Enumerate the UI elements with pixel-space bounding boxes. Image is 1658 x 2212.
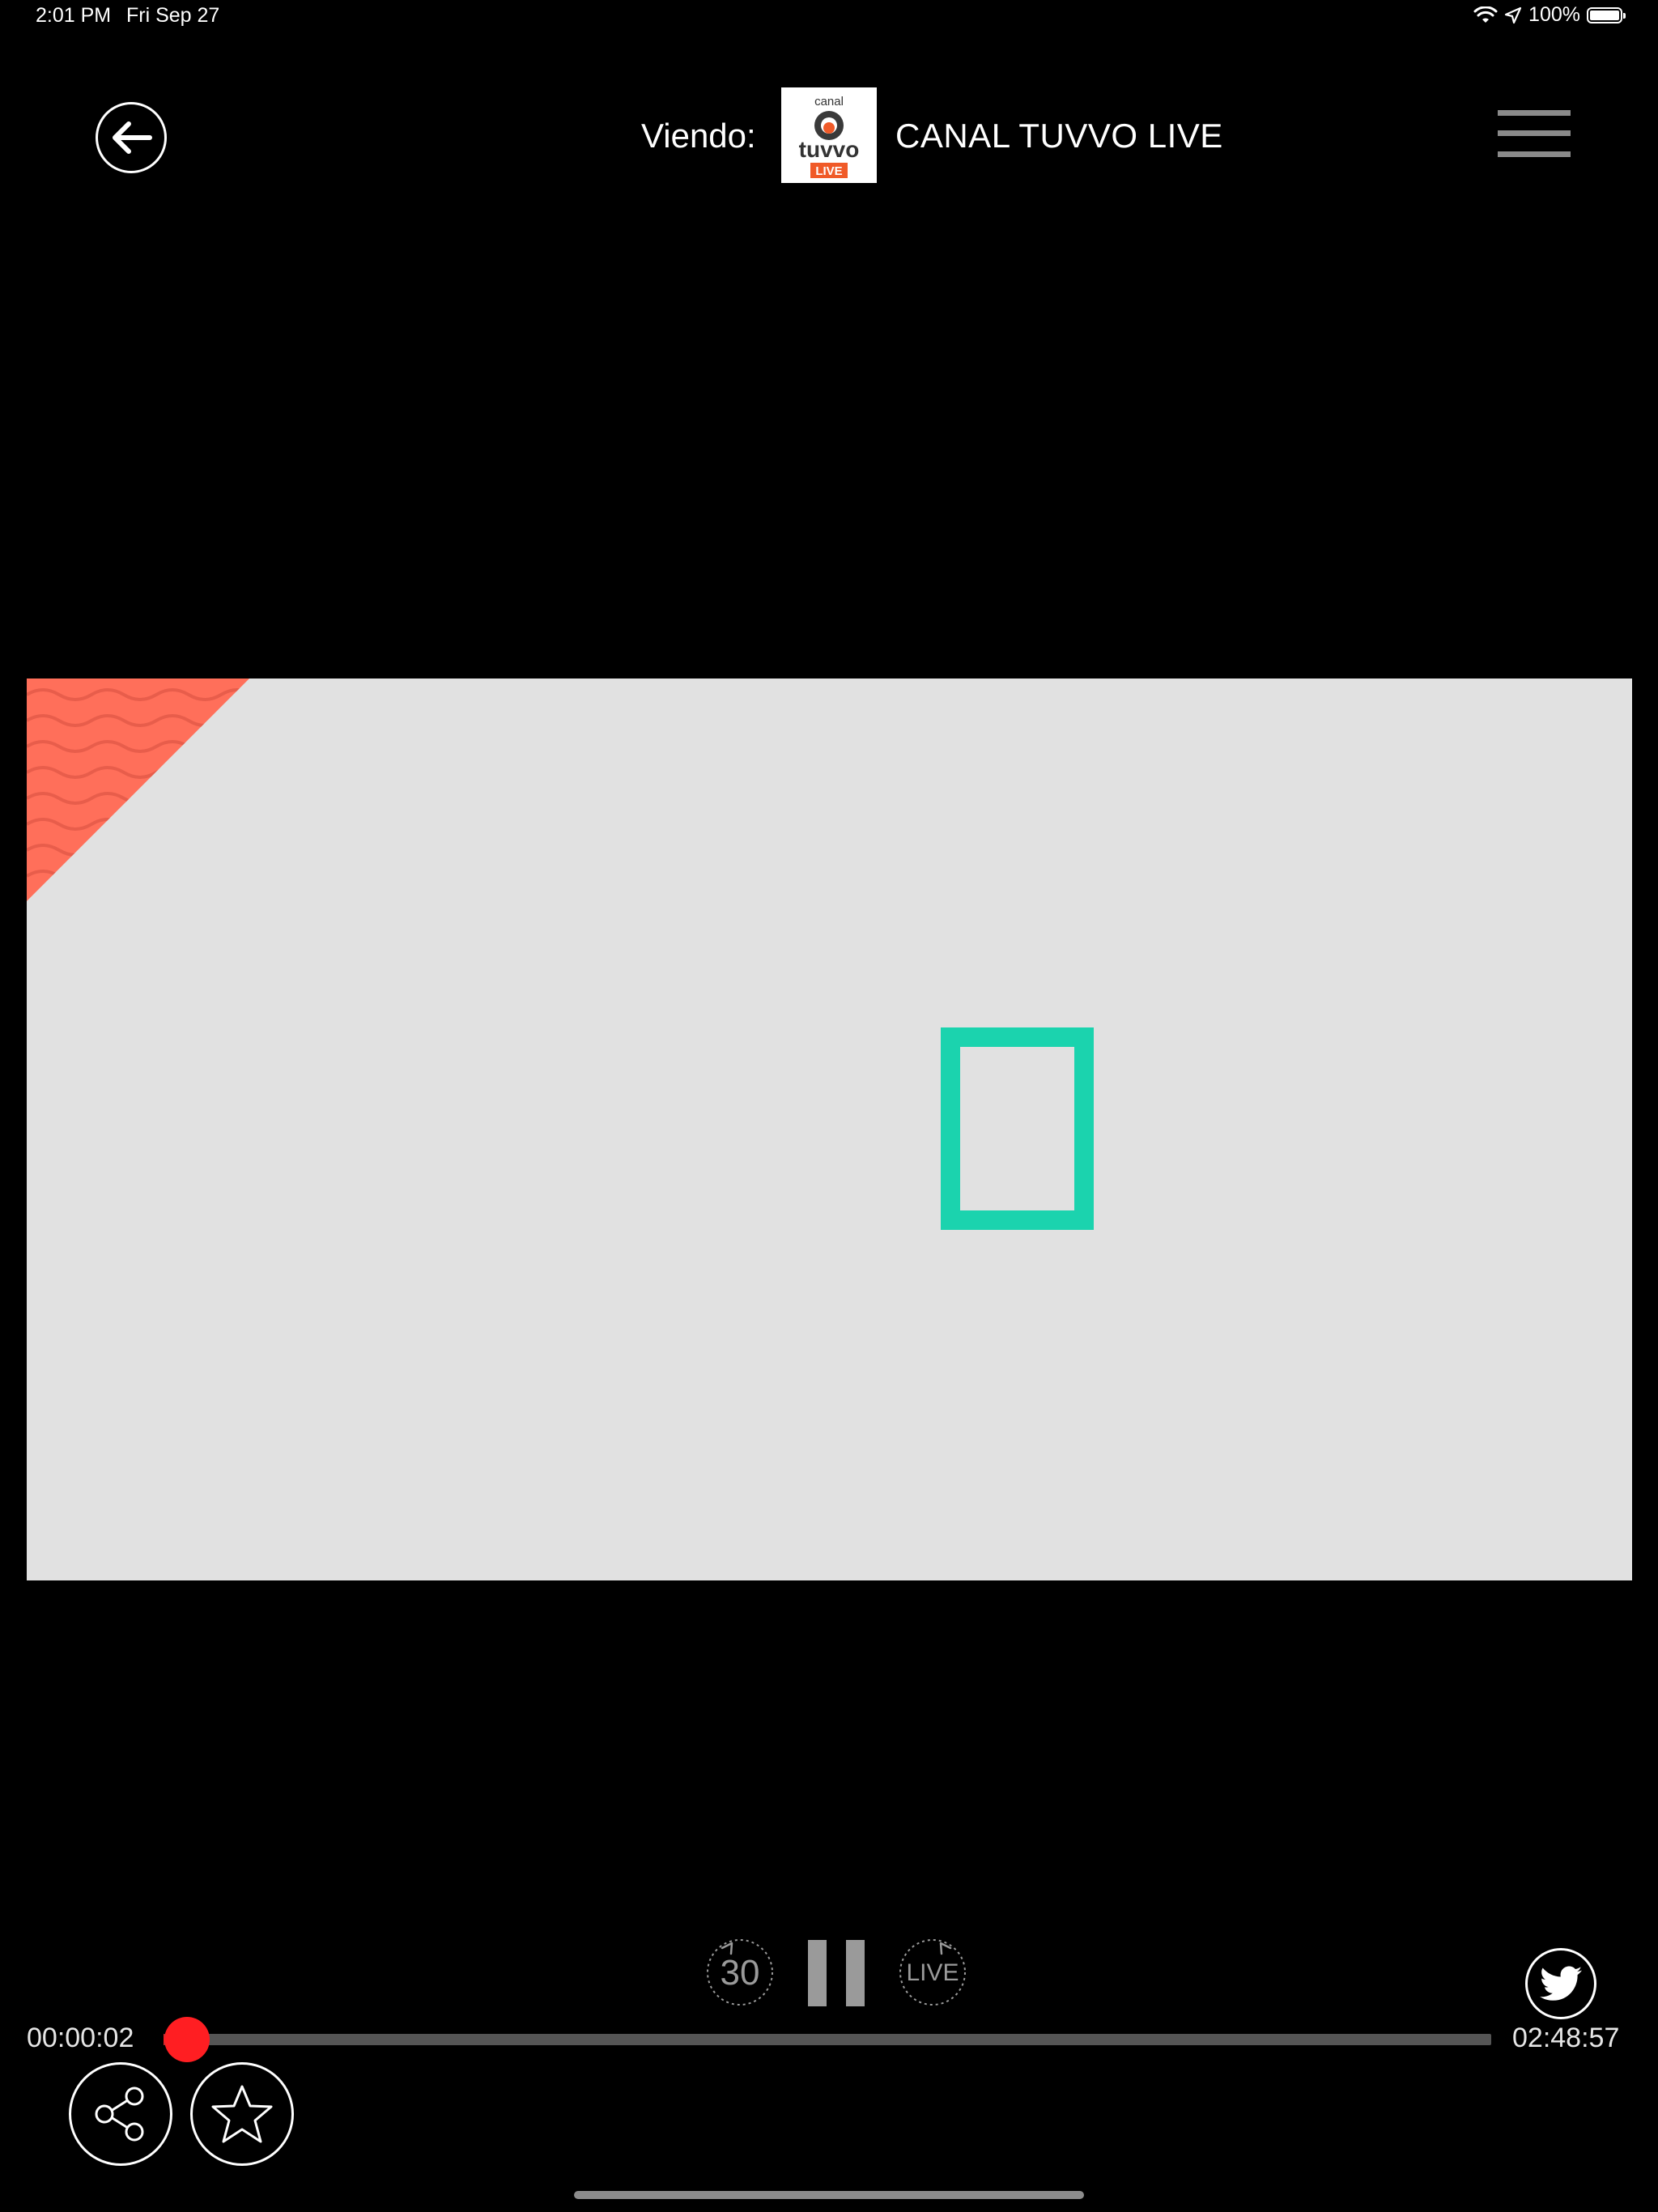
- location-arrow-icon: [1504, 6, 1522, 23]
- video-placeholder-glyph: [941, 1027, 1094, 1230]
- viewing-label: Viendo:: [641, 117, 756, 155]
- pause-icon-bar: [808, 1940, 827, 2006]
- share-icon: [95, 2087, 144, 2142]
- progress-thumb[interactable]: [164, 2017, 210, 2062]
- battery-percent: 100%: [1528, 3, 1580, 26]
- twitter-bird-icon: [1540, 1966, 1582, 2001]
- time-elapsed: 00:00:02: [27, 2023, 134, 2053]
- live-label: LIVE: [906, 1959, 959, 1986]
- progress-track[interactable]: [164, 2034, 1491, 2045]
- channel-logo-top-text: canal: [814, 95, 844, 108]
- video-corner-decoration: [27, 678, 249, 901]
- battery-icon: [1587, 6, 1626, 23]
- menu-button[interactable]: [1498, 110, 1571, 157]
- status-date: Fri Sep 27: [126, 4, 220, 27]
- go-live-button[interactable]: LIVE: [897, 1937, 968, 2008]
- status-indicators: 100%: [1473, 3, 1626, 27]
- live-icon: LIVE: [899, 1939, 966, 2006]
- favorite-button[interactable]: [190, 2062, 294, 2166]
- channel-name: CANAL TUVVO LIVE: [895, 117, 1223, 155]
- replay-30-label: 30: [721, 1953, 760, 1993]
- replay-30-icon: 30: [707, 1939, 773, 2006]
- time-total: 02:48:57: [1512, 2023, 1620, 2053]
- channel-logo-brand-text: tuvvo: [799, 137, 860, 162]
- share-button[interactable]: [69, 2062, 172, 2166]
- back-button[interactable]: [96, 102, 167, 173]
- pause-icon-bar: [846, 1940, 865, 2006]
- pause-button[interactable]: [808, 1940, 865, 2006]
- twitter-share-button[interactable]: [1525, 1948, 1596, 2019]
- hamburger-menu-icon-bar: [1498, 151, 1571, 157]
- home-indicator[interactable]: [574, 2191, 1084, 2199]
- status-time: 2:01 PM: [36, 4, 112, 27]
- replay-30-button[interactable]: 30: [704, 1937, 776, 2008]
- star-icon: [211, 2085, 273, 2143]
- wifi-icon: [1473, 6, 1498, 23]
- hamburger-menu-icon-bar: [1498, 110, 1571, 116]
- status-bar: 2:01 PM Fri Sep 27 100%: [0, 0, 1658, 32]
- channel-logo: canal tuvvo LIVE: [781, 87, 877, 183]
- arrow-left-icon: [113, 121, 152, 154]
- hamburger-menu-icon-bar: [1498, 130, 1571, 136]
- channel-logo-live-badge: LIVE: [815, 164, 842, 178]
- video-player[interactable]: [27, 678, 1632, 1580]
